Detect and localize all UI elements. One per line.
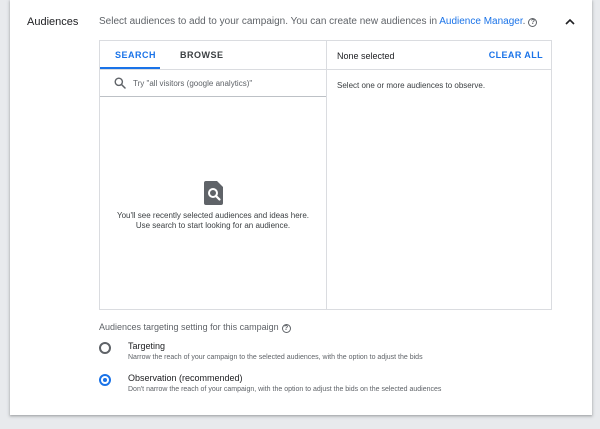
- targeting-setting-text: Audiences targeting setting for this cam…: [99, 322, 279, 332]
- description-end: .: [522, 16, 526, 27]
- section-title: Audiences: [27, 16, 79, 28]
- observe-hint: Select one or more audiences to observe.: [337, 81, 486, 90]
- help-icon[interactable]: ?: [281, 324, 291, 333]
- picker-left-pane: SEARCH BROWSE You'll see recently select…: [100, 41, 327, 309]
- section-description: Select audiences to add to your campaign…: [99, 16, 538, 27]
- divider: [327, 69, 551, 70]
- observation-radio[interactable]: [99, 374, 111, 386]
- chevron-up-icon[interactable]: [564, 17, 576, 27]
- targeting-setting-label: Audiences targeting setting for this cam…: [99, 322, 291, 333]
- clear-all-button[interactable]: CLEAR ALL: [489, 50, 543, 60]
- picker-right-pane: None selected CLEAR ALL Select one or mo…: [327, 41, 551, 309]
- targeting-option-title: Targeting: [128, 341, 166, 351]
- picker-tabs: SEARCH BROWSE: [100, 41, 326, 69]
- search-row: [100, 69, 326, 97]
- empty-state-line-2: Use search to start looking for an audie…: [135, 221, 291, 230]
- search-icon: [114, 77, 126, 89]
- description-text: Select audiences to add to your campaign…: [99, 16, 440, 27]
- empty-state-line-1: You'll see recently selected audiences a…: [116, 211, 310, 220]
- targeting-radio[interactable]: [99, 342, 111, 354]
- audience-search-input[interactable]: [133, 76, 318, 90]
- audience-picker: SEARCH BROWSE You'll see recently select…: [99, 40, 552, 310]
- audience-manager-link[interactable]: Audience Manager: [439, 16, 522, 27]
- audiences-card: Audiences Select audiences to add to you…: [10, 0, 592, 415]
- tab-browse[interactable]: BROWSE: [180, 50, 224, 60]
- tab-search[interactable]: SEARCH: [115, 50, 156, 60]
- selection-status: None selected: [337, 51, 395, 61]
- empty-state-text: You'll see recently selected audiences a…: [100, 211, 326, 231]
- observation-option-title: Observation (recommended): [128, 373, 243, 383]
- help-icon[interactable]: ?: [528, 18, 538, 27]
- targeting-option-desc: Narrow the reach of your campaign to the…: [128, 354, 423, 361]
- observation-option-desc: Don't narrow the reach of your campaign,…: [128, 386, 442, 393]
- document-search-icon: [204, 181, 223, 205]
